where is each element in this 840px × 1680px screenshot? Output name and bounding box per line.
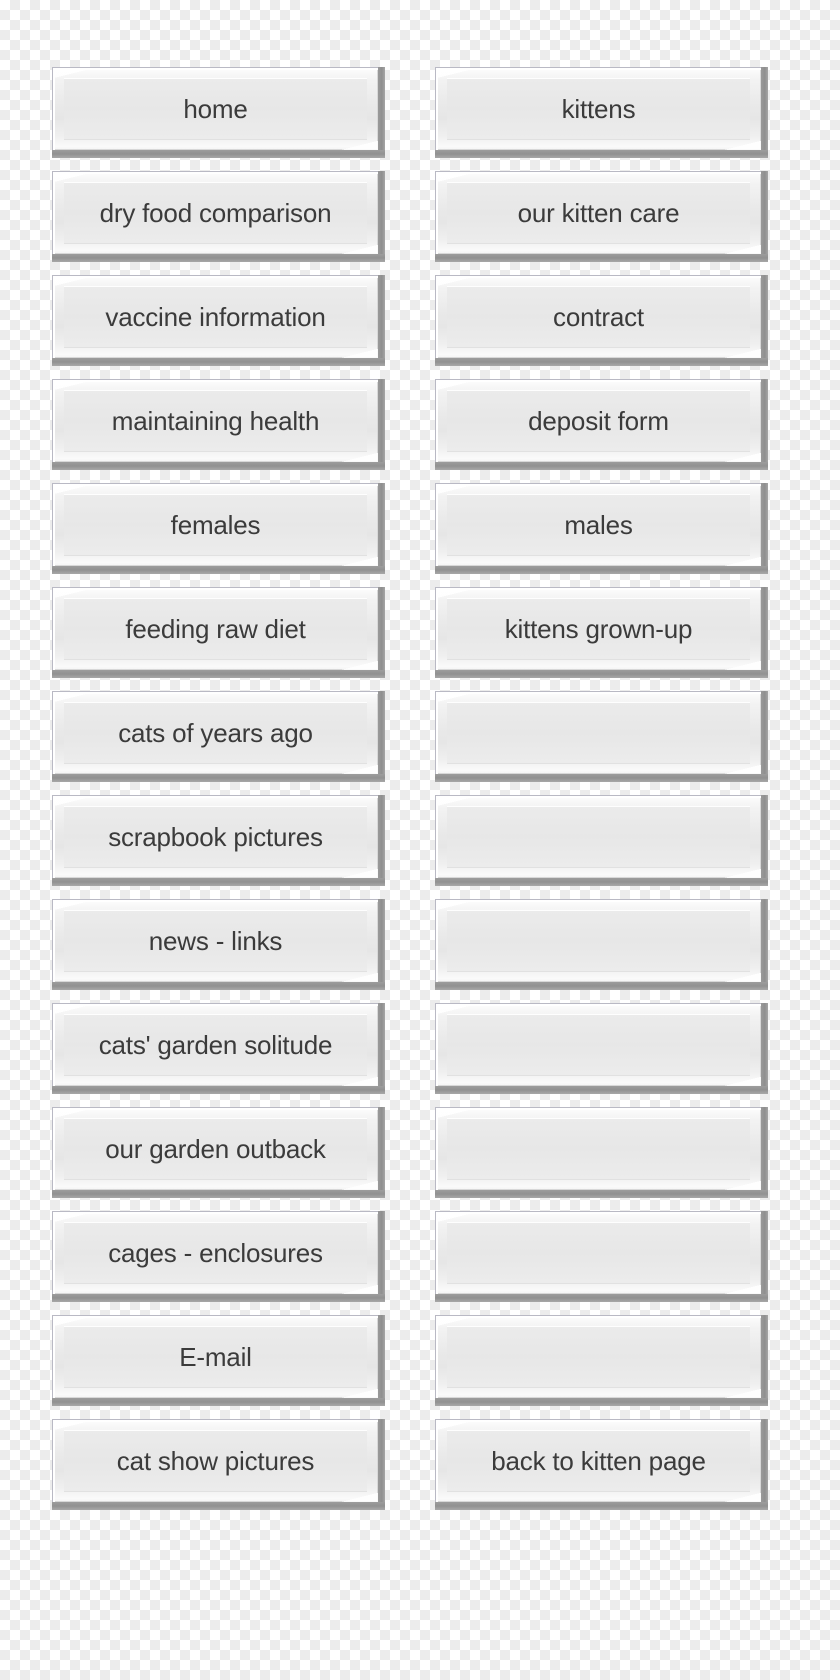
- nav-button-right-blank-13[interactable]: [435, 1315, 768, 1406]
- button-bevel-highlight: [436, 1004, 761, 1086]
- nav-button-right-kittens-grown-up[interactable]: kittens grown-up: [435, 587, 768, 678]
- button-bevel-highlight: [436, 1316, 761, 1398]
- button-bevel-highlight: [436, 692, 761, 774]
- nav-button-slot: [435, 1003, 768, 1094]
- nav-button-label: vaccine information: [105, 302, 326, 332]
- nav-button-label: cages - enclosures: [108, 1238, 323, 1268]
- nav-button-right-blank-8[interactable]: [435, 795, 768, 886]
- nav-button-slot: maintaining health: [52, 379, 385, 470]
- button-inner-face: [447, 1223, 750, 1283]
- nav-button-right-contract[interactable]: contract: [435, 275, 768, 366]
- nav-button-slot: [435, 899, 768, 990]
- nav-button-slot: feeding raw diet: [52, 587, 385, 678]
- nav-button-slot: cats of years ago: [52, 691, 385, 782]
- nav-button-left-cat-show-pictures[interactable]: cat show pictures: [52, 1419, 385, 1510]
- nav-button-left-cats-of-years-ago[interactable]: cats of years ago: [52, 691, 385, 782]
- nav-button-slot: cages - enclosures: [52, 1211, 385, 1302]
- nav-button-left-e-mail[interactable]: E-mail: [52, 1315, 385, 1406]
- nav-button-left-home[interactable]: home: [52, 67, 385, 158]
- nav-button-left-news-links[interactable]: news - links: [52, 899, 385, 990]
- nav-button-right-our-kitten-care[interactable]: our kitten care: [435, 171, 768, 262]
- button-bevel-highlight: [436, 900, 761, 982]
- nav-button-slot: cat show pictures: [52, 1419, 385, 1510]
- button-bevel-highlight: [436, 1212, 761, 1294]
- nav-button-slot: E-mail: [52, 1315, 385, 1406]
- nav-button-label: contract: [553, 302, 644, 332]
- nav-button-label: maintaining health: [111, 406, 320, 436]
- nav-button-slot: [435, 1315, 768, 1406]
- nav-button-label: our kitten care: [517, 198, 680, 228]
- nav-button-slot: contract: [435, 275, 768, 366]
- nav-button-label: cat show pictures: [116, 1446, 315, 1476]
- nav-button-slot: news - links: [52, 899, 385, 990]
- nav-button-label: our garden outback: [105, 1134, 326, 1164]
- nav-button-label: males: [564, 510, 633, 540]
- nav-button-label: females: [170, 510, 261, 540]
- nav-button-slot: vaccine information: [52, 275, 385, 366]
- nav-button-slot: home: [52, 67, 385, 158]
- nav-button-left-cages-enclosures[interactable]: cages - enclosures: [52, 1211, 385, 1302]
- nav-button-left-dry-food-comparison[interactable]: dry food comparison: [52, 171, 385, 262]
- button-inner-face: [447, 1119, 750, 1179]
- nav-button-right-males[interactable]: males: [435, 483, 768, 574]
- nav-button-left-females[interactable]: females: [52, 483, 385, 574]
- nav-button-label: cats' garden solitude: [98, 1030, 333, 1060]
- nav-button-slot: females: [52, 483, 385, 574]
- nav-button-right-kittens[interactable]: kittens: [435, 67, 768, 158]
- button-inner-face: [447, 1327, 750, 1387]
- nav-button-left-maintaining-health[interactable]: maintaining health: [52, 379, 385, 470]
- nav-button-left-our-garden-outback[interactable]: our garden outback: [52, 1107, 385, 1198]
- nav-button-label: deposit form: [528, 406, 669, 436]
- button-inner-face: [447, 1015, 750, 1075]
- nav-button-slot: [435, 691, 768, 782]
- nav-button-left-scrapbook-pictures[interactable]: scrapbook pictures: [52, 795, 385, 886]
- nav-button-left-vaccine-information[interactable]: vaccine information: [52, 275, 385, 366]
- nav-column-left: home dry food comparison vaccine informati…: [52, 67, 385, 1523]
- button-bevel-highlight: [436, 796, 761, 878]
- nav-button-right-blank-11[interactable]: [435, 1107, 768, 1198]
- nav-button-label: back to kitten page: [491, 1446, 706, 1476]
- nav-button-label: feeding raw diet: [125, 614, 306, 644]
- button-board: home dry food comparison vaccine informati…: [0, 0, 840, 1680]
- nav-button-right-blank-10[interactable]: [435, 1003, 768, 1094]
- button-inner-face: [447, 807, 750, 867]
- nav-column-right: kittens our kitten care contract deposit fo…: [435, 67, 768, 1523]
- nav-button-label: cats of years ago: [118, 718, 313, 748]
- nav-button-label: kittens grown-up: [504, 614, 693, 644]
- nav-button-left-cats-garden-solitude[interactable]: cats' garden solitude: [52, 1003, 385, 1094]
- button-inner-face: [447, 911, 750, 971]
- nav-button-slot: cats' garden solitude: [52, 1003, 385, 1094]
- nav-button-label: kittens: [561, 94, 636, 124]
- nav-button-label: scrapbook pictures: [108, 822, 323, 852]
- nav-button-label: home: [183, 94, 248, 124]
- nav-button-slot: kittens grown-up: [435, 587, 768, 678]
- nav-button-slot: our garden outback: [52, 1107, 385, 1198]
- nav-button-label: news - links: [148, 926, 283, 956]
- nav-button-slot: back to kitten page: [435, 1419, 768, 1510]
- nav-button-slot: scrapbook pictures: [52, 795, 385, 886]
- nav-button-right-deposit-form[interactable]: deposit form: [435, 379, 768, 470]
- nav-button-slot: [435, 795, 768, 886]
- nav-button-slot: [435, 1107, 768, 1198]
- nav-button-slot: [435, 1211, 768, 1302]
- nav-button-slot: males: [435, 483, 768, 574]
- button-bevel-highlight: [436, 1108, 761, 1190]
- nav-button-right-blank-9[interactable]: [435, 899, 768, 990]
- nav-button-label: E-mail: [179, 1342, 252, 1372]
- nav-button-slot: kittens: [435, 67, 768, 158]
- nav-button-slot: deposit form: [435, 379, 768, 470]
- button-inner-face: [447, 703, 750, 763]
- nav-button-left-feeding-raw-diet[interactable]: feeding raw diet: [52, 587, 385, 678]
- nav-button-right-blank-7[interactable]: [435, 691, 768, 782]
- nav-button-slot: our kitten care: [435, 171, 768, 262]
- nav-button-right-blank-12[interactable]: [435, 1211, 768, 1302]
- nav-button-label: dry food comparison: [99, 198, 332, 228]
- nav-button-slot: dry food comparison: [52, 171, 385, 262]
- nav-button-right-back-to-kitten-page[interactable]: back to kitten page: [435, 1419, 768, 1510]
